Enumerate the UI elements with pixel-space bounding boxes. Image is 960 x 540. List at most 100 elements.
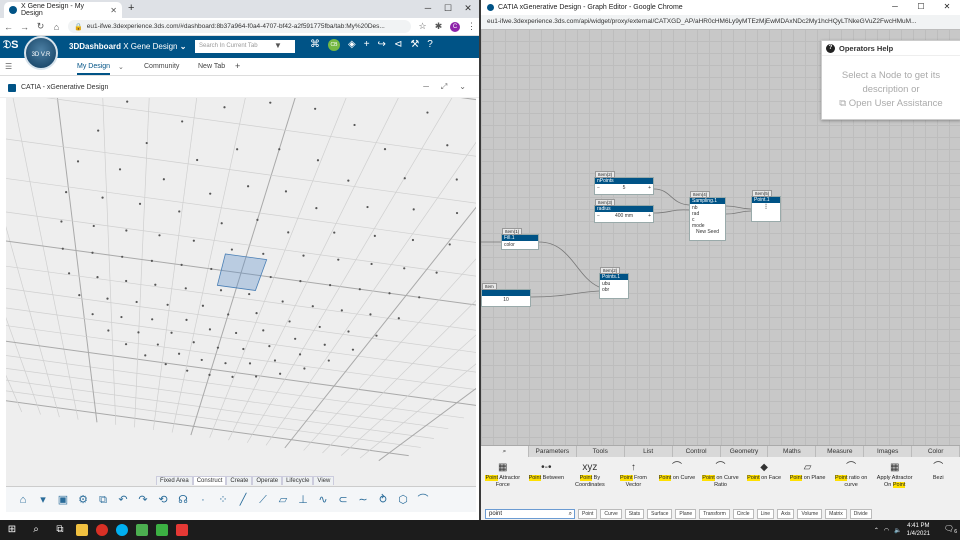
reload-icon[interactable]: ↻ bbox=[36, 21, 45, 32]
broadcast-icon[interactable]: ☊ bbox=[176, 493, 190, 507]
open-user-assistance-link[interactable]: ⧉ Open User Assistance bbox=[822, 97, 960, 111]
palette-item[interactable]: ◆ Point on Face bbox=[742, 460, 786, 500]
minimize-widget-icon[interactable]: ─ bbox=[423, 82, 429, 92]
node-value[interactable]: 5 bbox=[623, 185, 626, 191]
palette-tab-tools[interactable]: Tools bbox=[577, 446, 625, 457]
palette-item[interactable]: ▦ Apply Attractor On Point bbox=[873, 460, 917, 500]
increment-icon[interactable]: + bbox=[648, 213, 651, 219]
url-field[interactable]: 🔒 eu1-ifwe.3dexperience.3ds.com/#dashboa… bbox=[68, 20, 411, 33]
palette-item[interactable]: ⌒ Point on Curve Ratio bbox=[699, 460, 743, 500]
tag-icon[interactable]: ⌘ bbox=[310, 39, 320, 51]
palette-item[interactable]: ↑ Point From Vector bbox=[612, 460, 656, 500]
node-npoints[interactable]: Item(2) nPoints − 5 + bbox=[594, 171, 654, 195]
add-icon[interactable]: + bbox=[364, 39, 370, 51]
point-tool-icon[interactable]: · bbox=[196, 493, 210, 507]
star-icon[interactable]: ☆ bbox=[418, 21, 427, 32]
palette-tab-maths[interactable]: Maths bbox=[768, 446, 817, 457]
polyline-icon[interactable]: ⟋ bbox=[256, 493, 270, 507]
tab-community[interactable]: Community bbox=[144, 63, 179, 70]
command-tab-construct[interactable]: Construct bbox=[192, 476, 227, 485]
palette-tab-search-icon[interactable]: ⌕ bbox=[481, 446, 529, 457]
command-tab-create[interactable]: Create bbox=[226, 476, 253, 485]
filter-chip-point[interactable]: Point bbox=[578, 509, 598, 519]
filter-chip-line[interactable]: Line bbox=[756, 509, 775, 519]
camtasia-icon[interactable] bbox=[152, 520, 172, 540]
maximize-icon[interactable]: ☐ bbox=[908, 0, 934, 14]
curve-icon[interactable]: ∼ bbox=[356, 493, 370, 507]
volume-icon[interactable]: 🔈 bbox=[894, 527, 901, 534]
close-tab-icon[interactable]: ✕ bbox=[110, 6, 117, 15]
palette-tab-color[interactable]: Color bbox=[912, 446, 960, 457]
decrement-icon[interactable]: − bbox=[597, 185, 600, 191]
copy-icon[interactable]: ⧉ bbox=[96, 493, 110, 507]
node-count[interactable]: Item 10 bbox=[481, 283, 531, 307]
filter-chip-circle[interactable]: Circle bbox=[732, 509, 754, 519]
update-icon[interactable]: ⟲ bbox=[156, 493, 170, 507]
forward-icon[interactable]: → bbox=[20, 22, 29, 32]
tab-my-design[interactable]: My Design bbox=[77, 63, 111, 75]
spline-icon[interactable]: ∿ bbox=[316, 493, 330, 507]
task-view-icon[interactable]: ⧉ bbox=[48, 520, 72, 540]
home-icon[interactable]: ⌂ bbox=[52, 22, 61, 32]
notification-icon[interactable]: 🗨 bbox=[944, 524, 954, 533]
palette-search-input[interactable]: point ⌕ bbox=[485, 509, 575, 519]
command-tab-operate[interactable]: Operate bbox=[252, 476, 283, 485]
filter-chip-curve[interactable]: Curve bbox=[600, 509, 622, 519]
palette-item[interactable]: ⌒ Bezi bbox=[916, 460, 960, 500]
graph-canvas[interactable]: Item(2) nPoints − 5 + Item(3) radius − 4… bbox=[481, 29, 960, 445]
clock[interactable]: 4:41 PM 1/4/2021 bbox=[907, 522, 930, 538]
skype-icon[interactable] bbox=[112, 520, 132, 540]
minimize-icon[interactable]: ─ bbox=[418, 0, 438, 16]
add-tab-button[interactable]: + bbox=[235, 61, 240, 71]
node-fill[interactable]: Item(1) Fill.1 color bbox=[501, 228, 539, 250]
filter-chip-plane[interactable]: Plane bbox=[675, 509, 697, 519]
new-seed-button[interactable]: New Seed bbox=[692, 229, 723, 235]
3d-viewport[interactable] bbox=[6, 98, 476, 486]
browser-tab[interactable]: X Gene Design - My Design ✕ bbox=[4, 2, 122, 18]
palette-tab-control[interactable]: Control bbox=[673, 446, 721, 457]
file-explorer-icon[interactable] bbox=[72, 520, 92, 540]
filter-chip-matrix[interactable]: Matrix bbox=[825, 509, 847, 519]
node-value[interactable]: 10 bbox=[482, 296, 530, 304]
url-field[interactable]: eu1-ifwe.3dexperience.3ds.com/api/widget… bbox=[481, 15, 960, 29]
filter-chip-divide[interactable]: Divide bbox=[849, 509, 872, 519]
filter-chip-transform[interactable]: Transform bbox=[699, 509, 730, 519]
menu-kebab-icon[interactable]: ⋮ bbox=[467, 21, 476, 32]
profile-avatar[interactable]: C bbox=[450, 21, 460, 32]
tools-icon[interactable]: ⚒ bbox=[410, 39, 419, 51]
axis-icon[interactable]: ⊥ bbox=[296, 493, 310, 507]
chevron-down-icon[interactable]: ⌄ bbox=[459, 82, 466, 92]
command-tab-view[interactable]: View bbox=[313, 476, 335, 485]
help-icon[interactable]: ? bbox=[427, 39, 433, 51]
palette-tab-geometry[interactable]: Geometry bbox=[721, 446, 769, 457]
palette-tab-list[interactable]: List bbox=[625, 446, 673, 457]
palette-tab-images[interactable]: Images bbox=[864, 446, 913, 457]
node-point[interactable]: Item(5) Point.1 ⁝ bbox=[751, 190, 781, 222]
palette-item[interactable]: ⌒ Point ratio on curve bbox=[829, 460, 873, 500]
redo-icon[interactable]: ↷ bbox=[136, 493, 150, 507]
home-tool-icon[interactable]: ⌂ bbox=[16, 493, 30, 507]
palette-item[interactable]: ▦ Point Attractor Force bbox=[481, 460, 525, 500]
command-tab-fixed-area[interactable]: Fixed Area bbox=[156, 476, 193, 485]
command-tab-lifecycle[interactable]: Lifecycle bbox=[282, 476, 314, 485]
network-icon[interactable]: ⊲ bbox=[394, 39, 402, 51]
palette-item[interactable]: ⌒ Point on Curve bbox=[655, 460, 699, 500]
close-window-icon[interactable]: ✕ bbox=[934, 0, 960, 14]
filter-chip-axis[interactable]: Axis bbox=[777, 509, 795, 519]
undo-icon[interactable]: ↶ bbox=[116, 493, 130, 507]
search-icon[interactable]: ⌕ bbox=[24, 520, 48, 540]
minimize-icon[interactable]: ─ bbox=[882, 0, 908, 14]
share-tag-icon[interactable]: ◈ bbox=[348, 39, 356, 51]
back-icon[interactable]: ← bbox=[4, 22, 13, 32]
blend-icon[interactable]: ⌒ bbox=[416, 493, 430, 507]
app-title[interactable]: 3DDashboard X Gene Design ⌄ bbox=[69, 42, 186, 51]
notes-app-icon[interactable] bbox=[132, 520, 152, 540]
extensions-icon[interactable]: ✱ bbox=[434, 21, 443, 32]
wifi-icon[interactable]: ◠ bbox=[884, 527, 889, 534]
settings-icon[interactable]: ⚙ bbox=[76, 493, 90, 507]
line-icon[interactable]: ╱ bbox=[236, 493, 250, 507]
surface-icon[interactable]: ⬡ bbox=[396, 493, 410, 507]
node-sampling[interactable]: Item(4) Sampling.1 nb rad c mode New See… bbox=[689, 191, 726, 241]
increment-icon[interactable]: + bbox=[648, 185, 651, 191]
tab-dropdown-icon[interactable]: ⌄ bbox=[118, 63, 124, 71]
